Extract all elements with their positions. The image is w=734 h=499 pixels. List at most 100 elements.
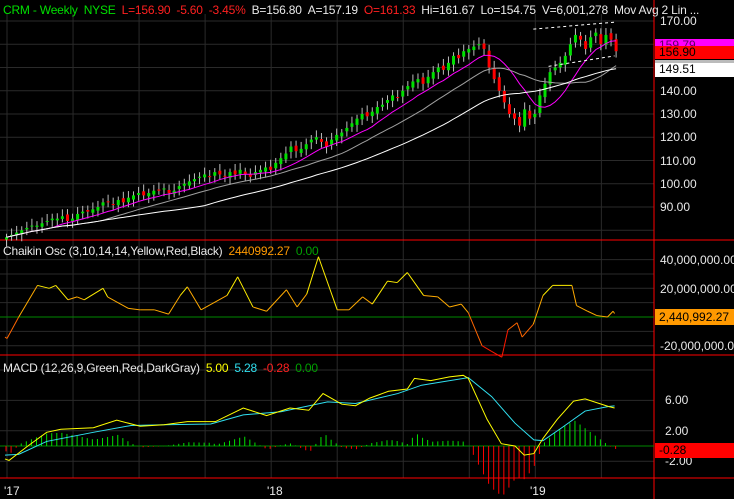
macd-line xyxy=(4,374,615,462)
candle-body xyxy=(523,109,527,127)
candle-body xyxy=(380,104,384,107)
candle-body xyxy=(350,123,354,127)
chaikin-value: 2440992.27 xyxy=(228,244,290,258)
macd-value: 5.00 xyxy=(205,361,229,375)
candle-body xyxy=(411,81,415,88)
candle-body xyxy=(355,118,359,125)
chaikin-line-segment xyxy=(83,287,104,301)
macd-tick: 2.00 xyxy=(665,424,689,438)
candle-body xyxy=(30,225,34,227)
chaikin-line-segment xyxy=(286,289,298,308)
chaikin-title[interactable]: Chaikin Osc (3,10,14,14,Yellow,Red,Black… xyxy=(3,244,223,258)
candle-body xyxy=(401,90,405,97)
candle-body xyxy=(340,132,344,137)
candle-body xyxy=(81,211,85,214)
candle-body xyxy=(162,188,166,190)
candle-body xyxy=(391,95,395,101)
candle-body xyxy=(584,41,588,49)
candle-body xyxy=(589,37,593,48)
candle-body xyxy=(86,210,90,212)
chaikin-line-segment xyxy=(437,296,450,308)
candle-body xyxy=(452,55,456,65)
chaikin-line-segment xyxy=(481,345,492,352)
candle-body xyxy=(487,50,491,68)
candle-body xyxy=(60,216,64,219)
chaikin-line-segment xyxy=(460,303,469,314)
candle-body xyxy=(182,183,186,186)
candle-body xyxy=(137,193,141,195)
candle-body xyxy=(345,127,349,132)
chaikin-line-segment xyxy=(76,296,85,301)
candle-body xyxy=(177,186,181,189)
candle-body xyxy=(482,43,486,49)
date-label: '17 xyxy=(4,484,20,498)
chaikin-line-segment xyxy=(317,256,338,310)
macd-signal-line xyxy=(4,377,615,456)
exchange-label: NYSE xyxy=(83,3,116,17)
candle-body xyxy=(203,174,207,178)
candle-body xyxy=(126,197,130,203)
price-tick: 120.00 xyxy=(660,130,697,144)
candle-body xyxy=(462,51,466,57)
chaikin-line-segment xyxy=(516,322,523,338)
candle-body xyxy=(568,44,572,56)
chaikin-tag: 2,440,992.27 xyxy=(655,309,734,325)
last-price-tag: 156.90 xyxy=(655,46,734,59)
chaikin-line-segment xyxy=(576,305,588,312)
chaikin-tick: 20,000,000.00 xyxy=(660,282,734,296)
chaikin-line-segment xyxy=(587,310,598,317)
candle-body xyxy=(233,170,237,175)
candle-body xyxy=(35,225,39,227)
candle-body xyxy=(599,34,603,45)
chaikin-line-segment xyxy=(521,323,534,338)
candle-body xyxy=(365,112,369,117)
chaikin-zero: 0.00 xyxy=(295,244,319,258)
candle-body xyxy=(269,166,273,170)
chaikin-header: Chaikin Osc (3,10,14,14,Yellow,Red,Black… xyxy=(3,244,324,258)
chaikin-line-segment xyxy=(501,329,509,358)
candle-body xyxy=(421,77,425,84)
candle-body xyxy=(279,158,283,165)
candle-body xyxy=(594,32,598,37)
candle-body xyxy=(167,189,171,194)
macd-header: MACD (12,26,9,Green,Red,DarkGray) 5.00 5.2… xyxy=(3,361,324,375)
chaikin-line-segment xyxy=(423,294,438,298)
candle-body xyxy=(208,176,212,178)
macd-title[interactable]: MACD (12,26,9,Green,Red,DarkGray) xyxy=(3,361,200,375)
chaikin-line-segment xyxy=(387,280,398,284)
candle-body xyxy=(284,153,288,160)
candle-body xyxy=(325,141,329,147)
candle-body xyxy=(426,76,430,84)
candle-body xyxy=(416,79,420,83)
candle-body xyxy=(198,176,202,178)
candle-body xyxy=(457,54,461,59)
ma40-tag: 149.51 xyxy=(655,63,734,77)
chaikin-line-segment xyxy=(532,295,544,325)
candle-body xyxy=(309,139,313,143)
low: Lo=154.75 xyxy=(480,3,536,17)
price-tick: 90.00 xyxy=(660,200,691,214)
candle-body xyxy=(477,44,481,46)
change: -5.60 xyxy=(176,3,203,17)
chaikin-line-segment xyxy=(467,312,483,346)
price-tick: 140.00 xyxy=(660,84,697,98)
candle-body xyxy=(238,169,242,174)
candle-body xyxy=(147,193,151,197)
price-tick: 170.00 xyxy=(660,14,697,28)
candle-body xyxy=(370,111,374,117)
chaikin-line-segment xyxy=(186,286,202,311)
price-header: CRM - Weekly NYSE L=156.90 -5.60 -3.45% B=156… xyxy=(3,3,705,17)
candle-body xyxy=(299,148,303,153)
candle-body xyxy=(142,191,146,196)
candle-body xyxy=(360,114,364,120)
candle-body xyxy=(467,48,471,53)
candle-body xyxy=(304,144,308,150)
ask: A=157.19 xyxy=(307,3,358,17)
candle-body xyxy=(441,65,445,70)
candle-body xyxy=(116,200,120,206)
chaikin-line-segment xyxy=(507,322,518,331)
candle-body xyxy=(264,167,268,172)
chaikin-line-segment xyxy=(154,309,169,315)
candle-body xyxy=(436,67,440,73)
candle-body xyxy=(497,77,501,91)
